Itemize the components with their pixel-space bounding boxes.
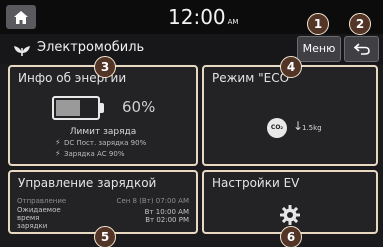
clock: 12:00 AM: [168, 3, 238, 36]
home-icon: [14, 10, 28, 24]
ac-bolt-icon: ⚡: [55, 149, 61, 158]
expected-value-1: Вт 10:00 AM: [144, 208, 189, 216]
charge-management-title: Управление зарядкой: [18, 176, 157, 190]
battery-level-fill: [56, 100, 80, 116]
co2-icon: CO₂: [267, 118, 287, 138]
page-title: Электромобиль: [37, 40, 145, 55]
callout-3: 3: [94, 56, 116, 78]
ac-charge-limit: Зарядка АС 90%: [64, 150, 125, 158]
clock-time: 12:00: [168, 5, 226, 29]
energy-info-card[interactable]: Инфо об энергии 60% Лимит заряда ⚡ DC По…: [8, 65, 198, 166]
ev-settings-title: Настройки EV: [212, 176, 300, 190]
callout-6: 6: [280, 226, 302, 247]
eco-mode-card[interactable]: Режим "ECO" CO₂ ↓ 1.5kg: [202, 65, 378, 166]
charge-management-card[interactable]: Управление зарядкой Отправление Сен 8 (В…: [8, 170, 198, 234]
menu-button[interactable]: Меню: [297, 36, 341, 62]
battery-percent: 60%: [122, 98, 156, 116]
departure-value: Сен 8 (Вт) 07:00 AM: [116, 197, 189, 205]
back-arrow-icon: [353, 43, 370, 55]
callout-4: 4: [280, 56, 302, 78]
callout-5: 5: [94, 226, 116, 247]
expected-label-2: время: [17, 214, 40, 222]
charge-limit-title: Лимит заряда: [69, 127, 137, 137]
battery-cap: [100, 103, 104, 113]
clock-ampm: AM: [227, 18, 239, 26]
callout-2: 2: [349, 13, 371, 35]
back-button[interactable]: [344, 36, 379, 62]
battery-icon: [52, 96, 100, 120]
dc-bolt-icon: ⚡: [55, 138, 61, 147]
dc-charge-limit: DC Пост. зарядка 90%: [64, 139, 147, 147]
screen: 12:00 AM Электромобиль Меню Инфо об энерг…: [0, 0, 383, 247]
co2-value: 1.5kg: [302, 124, 322, 132]
expected-label-1: Ожидаемое: [17, 206, 61, 214]
gear-icon: [280, 205, 300, 225]
departure-label: Отправление: [17, 197, 67, 205]
callout-1: 1: [307, 13, 329, 35]
expected-label-3: зарядки: [17, 222, 48, 230]
home-button[interactable]: [6, 5, 36, 29]
ev-settings-card[interactable]: Настройки EV: [202, 170, 378, 234]
ev-plug-icon: [14, 46, 30, 56]
expected-value-2: Вт 02:00 PM: [145, 216, 189, 224]
